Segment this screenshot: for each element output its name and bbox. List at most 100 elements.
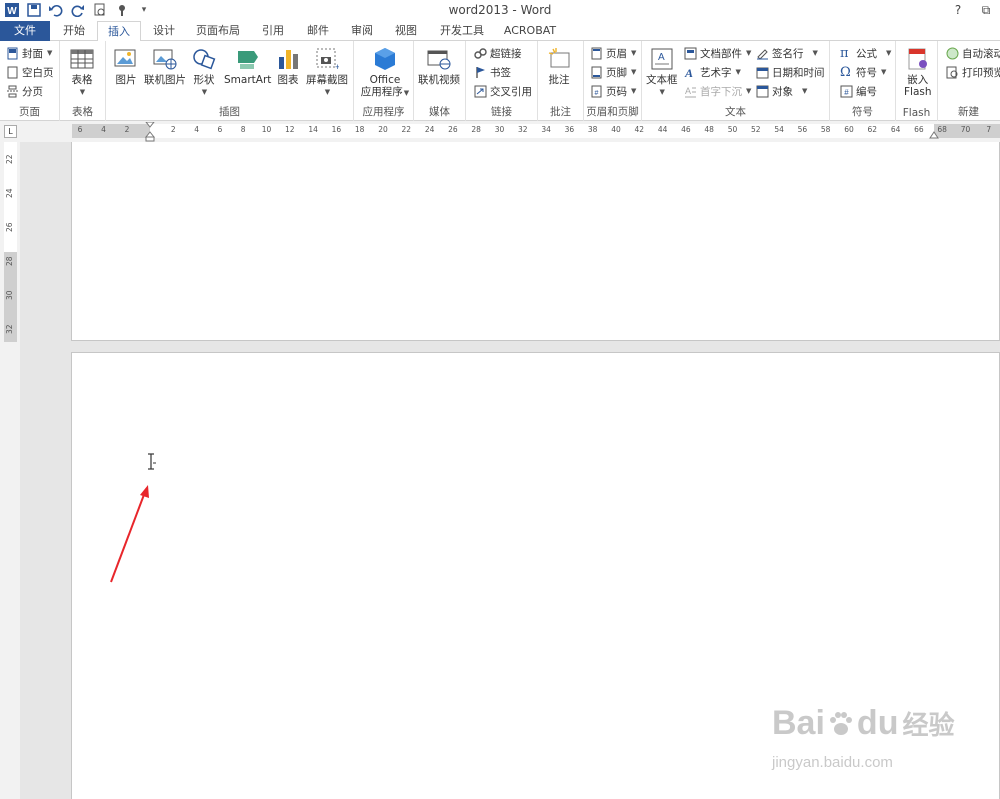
group-new: 自动滚动 打印预览 新建 [938, 41, 1000, 121]
group-label-flash: Flash [902, 107, 931, 119]
tab-design[interactable]: 设计 [146, 21, 182, 41]
signature-line-button[interactable]: 签名行 ▼ [756, 45, 818, 61]
table-label: 表格 [71, 74, 93, 86]
ruler-number: 62 [867, 125, 878, 134]
equation-button[interactable]: π 公式 ▼ [840, 45, 891, 61]
tab-insert[interactable]: 插入 [97, 21, 141, 42]
ruler-number: 30 [494, 125, 505, 134]
tab-home[interactable]: 开始 [56, 21, 92, 41]
restore-ribbon-button[interactable]: ⧉ [972, 0, 1000, 20]
footer-button[interactable]: 页脚 ▼ [590, 64, 636, 80]
object-button[interactable]: 对象 ▼ [756, 83, 807, 99]
tab-developer[interactable]: 开发工具 [434, 21, 490, 41]
vertical-ruler[interactable]: 22 24 26 28 30 32 [4, 142, 17, 342]
hyperlink-button[interactable]: 超链接 [474, 45, 522, 61]
ruler-number: 54 [774, 125, 784, 134]
cross-reference-button[interactable]: 交叉引用 [474, 83, 532, 99]
screenshot-label: 屏幕截图 [306, 74, 348, 86]
group-label-media: 媒体 [429, 106, 450, 118]
cover-page-label: 封面 [22, 47, 43, 60]
text-box-button[interactable]: A 文本框 ▼ [646, 47, 678, 98]
online-video-label: 联机视频 [418, 74, 460, 86]
symbol-button[interactable]: Ω 符号 ▼ [840, 64, 886, 80]
group-media: 联机视频 媒体 [414, 41, 466, 121]
dropdown-arrow-icon: ▼ [631, 68, 637, 76]
flash-icon [908, 48, 927, 70]
page-break-button[interactable]: 分页 [6, 83, 43, 99]
tab-review[interactable]: 审阅 [344, 21, 380, 41]
ruler-number: 42 [634, 125, 645, 134]
ruler-number: 26 [448, 125, 458, 134]
chart-icon [279, 50, 298, 69]
dropdown-arrow-icon: ▼ [201, 88, 208, 96]
annotation-arrow-icon [110, 485, 149, 583]
dropdown-arrow-icon: ▼ [746, 87, 752, 95]
ruler-number: 38 [587, 125, 598, 134]
shapes-button[interactable]: 形状 ▼ [192, 47, 216, 98]
tab-view[interactable]: 视图 [388, 21, 424, 41]
quick-parts-button[interactable]: 文档部件 ▼ [684, 45, 751, 61]
group-label-pages: 页面 [19, 106, 40, 118]
blank-page-button[interactable]: 空白页 [6, 64, 54, 80]
watermark-logo-zh: 经验 [902, 710, 955, 740]
smartart-button[interactable]: SmartArt [224, 47, 271, 86]
new-comment-button[interactable]: 批注 [547, 47, 571, 86]
screenshot-button[interactable]: + 屏幕截图 ▼ [306, 47, 348, 98]
drop-cap-button[interactable]: A 首字下沉 ▼ [684, 83, 751, 99]
group-text: A 文本框 ▼ 文档部件 ▼ A 艺术字 ▼ A 首字下沉 ▼ 签名行 ▼ 日期和时间 … [642, 41, 830, 121]
smartart-icon [237, 51, 258, 69]
ruler-number: 4 [101, 125, 106, 134]
svg-text:A: A [658, 52, 665, 63]
picture-icon [114, 49, 136, 67]
ruler-number: 44 [657, 125, 668, 134]
window-controls: ? ⧉ [944, 0, 1000, 20]
auto-scroll-icon [946, 47, 959, 59]
baidu-watermark: Bai du 经验 jingyan.baidu.com [766, 700, 956, 780]
svg-text:+: + [335, 62, 339, 71]
group-tables: 表格 ▼ 表格 [60, 41, 106, 121]
dropdown-arrow-icon: ▼ [47, 49, 53, 57]
cover-page-button[interactable]: 封面 ▼ [6, 45, 52, 61]
help-button[interactable]: ? [944, 0, 972, 20]
table-button[interactable]: 表格 ▼ [70, 47, 94, 98]
group-label-apps: 应用程序 [362, 106, 405, 118]
office-store-icon [375, 48, 395, 70]
hyperlink-label: 超链接 [490, 47, 522, 60]
bookmark-button[interactable]: 书签 [474, 64, 511, 80]
tab-references[interactable]: 引用 [255, 21, 291, 41]
page-break-icon [7, 85, 18, 97]
blank-page-label: 空白页 [22, 66, 54, 79]
dropdown-arrow-icon: ▼ [802, 87, 808, 95]
wordart-button[interactable]: A 艺术字 ▼ [684, 64, 741, 80]
ruler-number: 6 [77, 125, 83, 134]
picture-button[interactable]: 图片 [114, 47, 138, 86]
tab-page-layout[interactable]: 页面布局 [191, 21, 245, 41]
embed-flash-button[interactable]: 嵌入 Flash [904, 47, 932, 98]
document-page-1[interactable] [71, 142, 1000, 341]
tab-file[interactable]: 文件 [0, 21, 50, 41]
ruler-number: 60 [844, 125, 854, 134]
header-button[interactable]: 页眉 ▼ [590, 45, 636, 61]
footer-icon [591, 66, 602, 78]
ruler-number: 50 [727, 125, 738, 134]
ruler-number: 22 [401, 125, 412, 134]
tab-acrobat[interactable]: ACROBAT [500, 21, 560, 41]
tab-mailings[interactable]: 邮件 [300, 21, 336, 41]
online-video-button[interactable]: 联机视频 [418, 47, 460, 86]
horizontal-ruler[interactable]: 6 4 2 2 4 6 8 10 12 14 16 18 20 22 24 26 28 30 32 34 36 38 40 4… [72, 122, 1000, 142]
chart-button[interactable]: 图表 [276, 47, 300, 86]
vertical-ruler-number: 26 [5, 222, 14, 232]
print-preview-button[interactable]: 打印预览 [946, 64, 1000, 80]
indent-marker-icon[interactable] [145, 122, 155, 142]
chart-label: 图表 [277, 74, 299, 86]
tab-stop-selector[interactable]: L [4, 125, 17, 138]
number-button[interactable]: # 编号 [840, 83, 877, 99]
vertical-ruler-number: 28 [5, 256, 14, 266]
date-time-button[interactable]: 日期和时间 [756, 64, 825, 80]
dropdown-arrow-icon: ▼ [631, 87, 637, 95]
window-title: word2013 - Word [448, 3, 552, 17]
page-number-button[interactable]: # 页码 ▼ [590, 83, 636, 99]
auto-scroll-button[interactable]: 自动滚动 [946, 45, 1000, 61]
office-apps-button[interactable]: Office 应用程序▼ [360, 47, 410, 99]
online-picture-button[interactable]: 联机图片 [144, 47, 186, 86]
